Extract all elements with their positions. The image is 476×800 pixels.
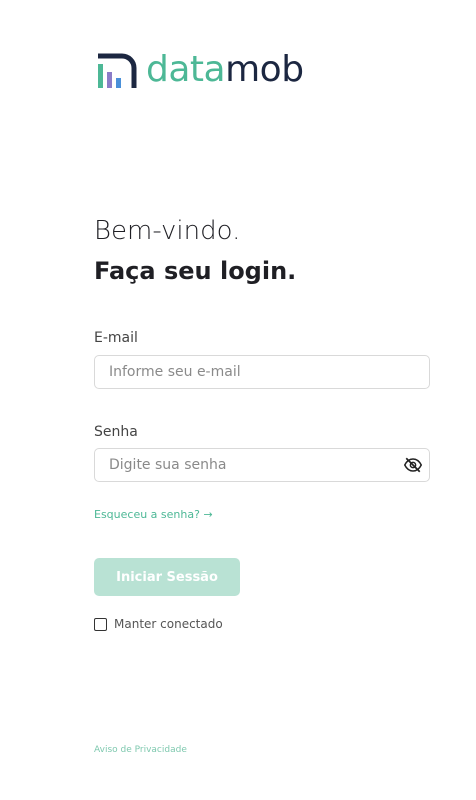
brand-name: datamob (146, 52, 304, 88)
keep-logged-label[interactable]: Manter conectado (114, 617, 223, 631)
welcome-text: Bem-vindo. (94, 216, 241, 246)
datamob-bars-icon (98, 53, 137, 88)
keep-logged-checkbox[interactable] (94, 617, 107, 631)
privacy-notice-link[interactable]: Aviso de Privacidade (94, 745, 187, 755)
forgot-password-link[interactable]: Esqueceu a senha? → (94, 508, 213, 521)
arrow-right-icon: → (203, 508, 213, 521)
password-input[interactable] (95, 449, 429, 481)
password-label: Senha (94, 424, 138, 440)
forgot-password-label: Esqueceu a senha? (94, 508, 200, 521)
login-page: datamob Bem-vindo. Faça seu login. E-mai… (0, 0, 476, 800)
email-input[interactable] (95, 356, 429, 388)
login-title: Faça seu login. (94, 257, 297, 285)
keep-logged-option: Manter conectado (94, 617, 223, 631)
login-button[interactable]: Iniciar Sessão (94, 558, 240, 596)
email-field (94, 355, 430, 389)
password-field (94, 448, 430, 482)
eye-off-icon[interactable] (404, 457, 422, 473)
brand-name-mob: mob (225, 49, 304, 90)
brand-name-data: data (146, 49, 226, 90)
email-label: E-mail (94, 330, 138, 346)
datamob-logo: datamob (96, 50, 304, 90)
